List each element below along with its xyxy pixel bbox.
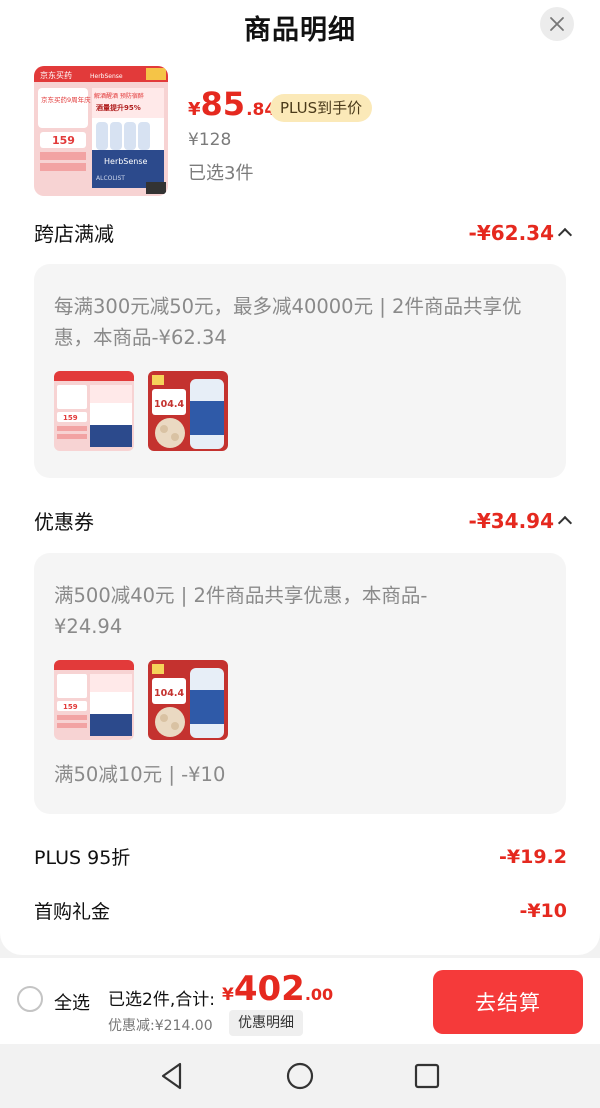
product-thumb-2[interactable]: 104.4	[148, 660, 228, 740]
coupon-description: 满500减40元 | 2件商品共享优惠，本商品-¥24.94	[54, 584, 428, 638]
discount-label: 优惠减:¥214.00	[108, 1018, 213, 1034]
cross-store-description: 每满300元减50元，最多减40000元 | 2件商品共享优惠，本商品-¥62.…	[54, 295, 522, 349]
plus-discount-row: PLUS 95折 -¥19.2	[34, 843, 567, 870]
product-image[interactable]: 京东买药 HerbSense 京东买药9周年庆 解酒醒酒 预防宿醉 酒量提升95…	[34, 66, 168, 196]
nav-back-button[interactable]	[155, 1059, 189, 1093]
svg-text:159: 159	[63, 703, 78, 711]
back-triangle-icon	[161, 1062, 182, 1090]
product-thumb-1[interactable]: 159	[54, 371, 134, 451]
price-integer: 85	[200, 85, 246, 123]
chevron-up-icon[interactable]	[557, 227, 573, 243]
system-navbar	[0, 1044, 600, 1108]
total-integer: 402	[233, 969, 305, 1009]
cross-store-thumbs: 159 104.4	[54, 371, 228, 451]
product-thumb-2[interactable]: 104.4	[148, 371, 228, 451]
nav-recents-button[interactable]	[410, 1059, 444, 1093]
product-thumb-art: 159	[54, 371, 134, 451]
plus-discount-value: -¥19.2	[499, 845, 567, 868]
price-symbol: ¥	[188, 99, 201, 120]
plus-discount-label: PLUS 95折	[34, 847, 131, 869]
svg-text:解酒醒酒 预防宿醉: 解酒醒酒 预防宿醉	[94, 92, 144, 100]
svg-text:HerbSense: HerbSense	[90, 73, 123, 80]
svg-text:京东买药: 京东买药	[40, 70, 72, 80]
total-decimal: .00	[304, 985, 334, 1004]
checkout-bar: 全选 已选2件,合计: ¥ 402 .00 优惠减:¥214.00 优惠明细 去…	[0, 958, 600, 1044]
detail-sheet: 商品明细 京东买药 HerbSense 京东买药9周年庆 解酒醒酒 预防宿醉 酒…	[0, 0, 600, 955]
product-price: ¥ 85 .84	[188, 88, 276, 120]
product-thumb-art: 104.4	[148, 660, 228, 740]
recents-square-icon	[414, 1063, 440, 1089]
chevron-up-icon[interactable]	[557, 515, 573, 531]
close-button[interactable]	[540, 7, 574, 41]
select-all-label[interactable]: 全选	[54, 989, 90, 1015]
svg-text:ALCOLIST: ALCOLIST	[96, 175, 125, 182]
plus-price-tag: PLUS到手价	[270, 94, 373, 122]
original-price: ¥128	[188, 130, 232, 150]
checkout-button[interactable]: 去结算	[433, 970, 583, 1034]
svg-text:104.4: 104.4	[154, 688, 184, 699]
total-price: ¥ 402 .00	[222, 972, 333, 1006]
total-symbol: ¥	[222, 985, 234, 1005]
svg-text:159: 159	[63, 414, 78, 422]
coupon-title: 优惠券	[34, 510, 94, 534]
cross-store-amount: -¥62.34	[468, 220, 554, 245]
svg-text:104.4: 104.4	[154, 399, 184, 410]
selected-count: 已选3件	[188, 163, 254, 184]
select-all-checkbox[interactable]	[17, 986, 43, 1012]
product-image-art: 京东买药 HerbSense 京东买药9周年庆 解酒醒酒 预防宿醉 酒量提升95…	[34, 66, 168, 196]
coupon-thumbs: 159 104.4	[54, 660, 228, 740]
home-circle-icon	[286, 1062, 314, 1090]
first-gift-value: -¥10	[519, 899, 567, 922]
product-thumb-1[interactable]: 159	[54, 660, 134, 740]
total-label: 已选2件,合计:	[108, 990, 215, 1010]
sheet-title: 商品明细	[244, 15, 356, 46]
first-gift-label: 首购礼金	[34, 901, 111, 923]
svg-text:159: 159	[52, 134, 75, 147]
discount-detail-button[interactable]: 优惠明细	[229, 1010, 303, 1036]
coupon-card: 满500减40元 | 2件商品共享优惠，本商品-¥24.94 159 104.4…	[34, 553, 566, 814]
cross-store-card: 每满300元减50元，最多减40000元 | 2件商品共享优惠，本商品-¥62.…	[34, 264, 566, 478]
svg-text:酒量提升95%: 酒量提升95%	[96, 103, 141, 112]
nav-home-button[interactable]	[283, 1059, 317, 1093]
product-thumb-art: 104.4	[148, 371, 228, 451]
cross-store-title: 跨店满减	[34, 222, 114, 246]
first-gift-row: 首购礼金 -¥10	[34, 897, 567, 924]
cross-store-header[interactable]: 跨店满减 -¥62.34	[34, 218, 573, 247]
svg-text:京东买药9周年庆: 京东买药9周年庆	[41, 95, 91, 104]
svg-text:HerbSense: HerbSense	[104, 157, 148, 166]
coupon-extra: 满50减10元 | -¥10	[54, 763, 226, 786]
coupon-header[interactable]: 优惠券 -¥34.94	[34, 506, 573, 535]
coupon-amount: -¥34.94	[468, 508, 554, 533]
close-icon	[550, 17, 564, 31]
product-thumb-art: 159	[54, 660, 134, 740]
